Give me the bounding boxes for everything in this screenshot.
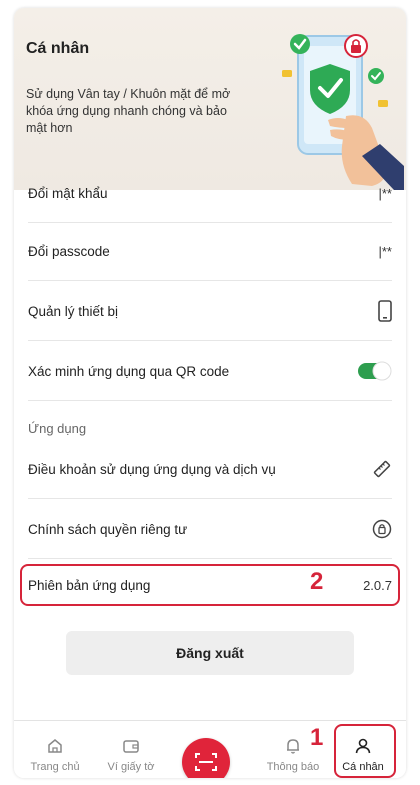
home-icon xyxy=(48,739,62,753)
wallet-icon xyxy=(123,740,139,753)
logout-button[interactable]: Đăng xuất xyxy=(66,631,354,675)
device-management-label: Quản lý thiết bị xyxy=(28,303,119,319)
ruler-icon xyxy=(372,459,392,479)
terms-label: Điều khoản sử dụng ứng dụng và dịch vụ xyxy=(28,461,276,477)
version-value: 2.0.7 xyxy=(363,577,392,593)
nav-wallet[interactable]: Ví giấy tờ xyxy=(92,721,170,778)
change-password-value: |** xyxy=(378,185,393,201)
annotation-marker-2: 2 xyxy=(310,568,324,595)
nav-home-label: Trang chủ xyxy=(30,761,80,773)
change-passcode-label: Đổi passcode xyxy=(28,243,110,259)
page-title: Cá nhân xyxy=(26,40,90,57)
scan-icon xyxy=(195,753,217,771)
device-management-row[interactable]: Quản lý thiết bị xyxy=(28,282,392,341)
version-row[interactable]: Phiên bản ứng dụng 2.0.7 xyxy=(28,566,392,604)
privacy-row[interactable]: Chính sách quyền riêng tư xyxy=(28,500,392,559)
version-label: Phiên bản ứng dụng xyxy=(28,577,151,593)
shield-icon xyxy=(372,519,392,539)
nav-notifications-label: Thông báo xyxy=(266,761,320,773)
profile-highlight-box xyxy=(334,724,396,778)
nav-home[interactable]: Trang chủ xyxy=(16,721,94,778)
change-passcode-row[interactable]: Đổi passcode |** xyxy=(28,222,392,281)
change-password-row[interactable]: Đổi mật khẩu |** xyxy=(28,164,392,223)
bell-icon xyxy=(287,739,299,754)
change-password-label: Đổi mật khẩu xyxy=(28,185,108,201)
phone-screen: Cá nhân Sử dụng Vân tay / Khuôn mặt để m… xyxy=(14,8,406,778)
qr-verify-row: Xác minh ứng dụng qua QR code xyxy=(28,342,392,401)
nav-wallet-label: Ví giấy tờ xyxy=(107,761,155,773)
change-passcode-value: |** xyxy=(378,243,393,259)
profile-header: Cá nhân Sử dụng Vân tay / Khuôn mặt để m… xyxy=(14,8,406,190)
privacy-label: Chính sách quyền riêng tư xyxy=(28,521,188,537)
app-section-title: Ứng dụng xyxy=(28,421,87,436)
qr-verify-label: Xác minh ứng dụng qua QR code xyxy=(28,363,230,379)
annotation-marker-1: 1 xyxy=(310,724,324,751)
scan-button[interactable] xyxy=(182,738,230,778)
device-icon xyxy=(378,300,392,322)
terms-row[interactable]: Điều khoản sử dụng ứng dụng và dịch vụ xyxy=(28,440,392,499)
qr-verify-toggle[interactable] xyxy=(358,361,392,381)
biometric-promo-text: Sử dụng Vân tay / Khuôn mặt để mở khóa ứ… xyxy=(26,87,231,135)
